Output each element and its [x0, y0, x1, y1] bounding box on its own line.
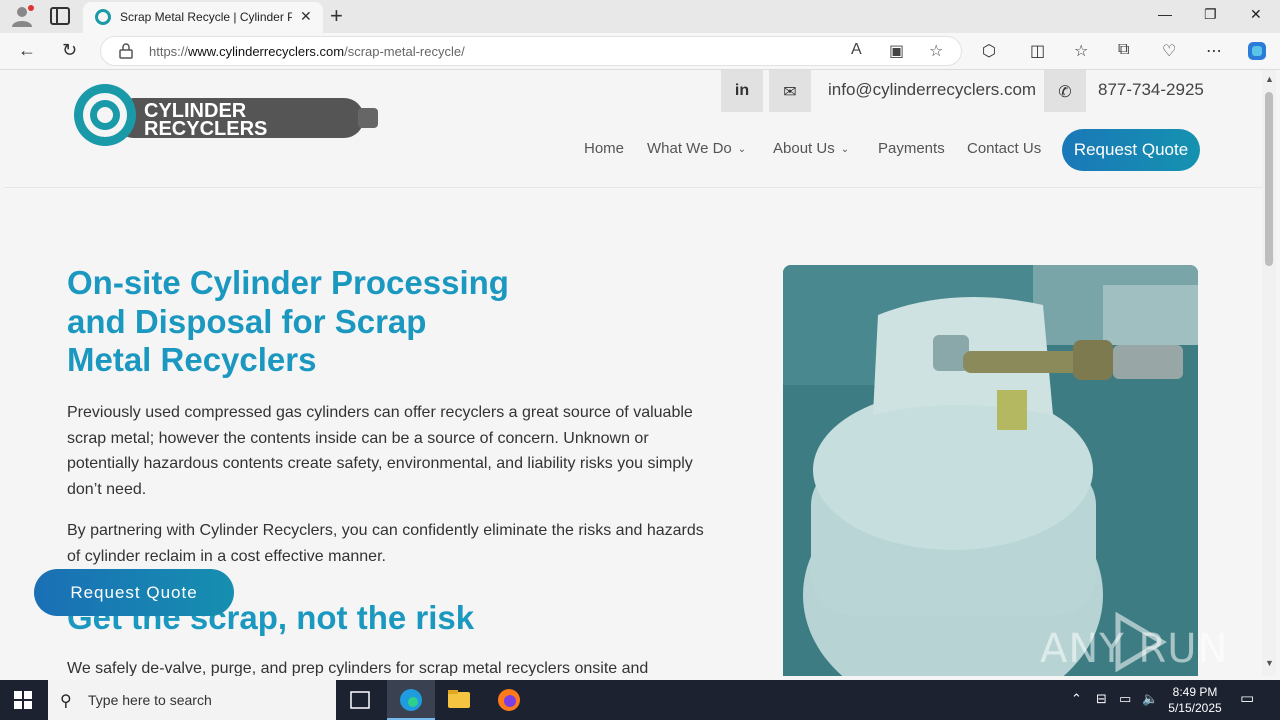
- url-text[interactable]: https://www.cylinderrecyclers.com/scrap-…: [149, 44, 465, 59]
- tab-title: Scrap Metal Recycle | Cylinder Pr: [120, 10, 292, 24]
- scroll-down-icon[interactable]: ▼: [1265, 658, 1274, 668]
- more-menu-icon[interactable]: ⋯: [1206, 41, 1222, 61]
- browser-toolbar: ← ↻ https://www.cylinderrecyclers.com/sc…: [0, 33, 1280, 70]
- request-quote-button[interactable]: Request Quote: [1062, 129, 1200, 171]
- partner-paragraph: By partnering with Cylinder Recyclers, y…: [67, 522, 704, 565]
- restore-icon[interactable]: ❐: [1204, 6, 1217, 23]
- copilot-icon[interactable]: [1246, 40, 1268, 62]
- browser-tab-bar: Scrap Metal Recycle | Cylinder Pr ✕ + — …: [0, 0, 1280, 33]
- play-logo-icon: [1115, 612, 1167, 672]
- chevron-down-icon: ⌄: [840, 144, 850, 155]
- volume-icon[interactable]: 🔈: [1142, 691, 1158, 707]
- scroll-up-icon[interactable]: ▲: [1265, 74, 1274, 84]
- phone-icon: ✆: [1058, 84, 1072, 101]
- display-icon[interactable]: ▭: [1119, 691, 1131, 707]
- tab-actions-icon[interactable]: [48, 6, 72, 26]
- split-screen-icon[interactable]: ◫: [1030, 41, 1045, 61]
- floating-request-quote-button[interactable]: Request Quote: [34, 569, 234, 616]
- extensions-icon[interactable]: ⬡: [982, 41, 996, 61]
- phone-link[interactable]: 877-734-2925: [1098, 80, 1204, 100]
- nav-about-us[interactable]: About Us ⌄: [773, 140, 849, 157]
- linkedin-icon: in: [734, 82, 750, 99]
- windows-taskbar: ⚲ Type here to search ⌃ ⊟ ▭ 🔈 8:49 PM 5/…: [0, 680, 1280, 720]
- nav-home[interactable]: Home: [584, 140, 624, 157]
- nav-payments[interactable]: Payments: [878, 140, 945, 157]
- browser-tab-active[interactable]: Scrap Metal Recycle | Cylinder Pr ✕: [83, 2, 323, 33]
- task-view-icon[interactable]: [336, 680, 384, 720]
- nav-contact-us[interactable]: Contact Us: [967, 140, 1041, 157]
- email-button[interactable]: ✉: [769, 70, 811, 112]
- refresh-icon[interactable]: ↻: [62, 40, 77, 61]
- email-link[interactable]: info@cylinderrecyclers.com: [828, 80, 1036, 100]
- tray-chevron-icon[interactable]: ⌃: [1071, 691, 1082, 707]
- page-scrollbar[interactable]: ▲ ▼: [1262, 70, 1276, 676]
- windows-start-icon[interactable]: [14, 691, 32, 709]
- address-bar[interactable]: https://www.cylinderrecyclers.com/scrap-…: [100, 36, 962, 66]
- minimize-icon[interactable]: —: [1158, 6, 1172, 22]
- site-favicon-icon: [95, 9, 111, 25]
- browser-essentials-icon[interactable]: ♡: [1162, 41, 1176, 61]
- edge-taskbar-icon[interactable]: [387, 680, 435, 720]
- linkedin-button[interactable]: in: [721, 70, 763, 112]
- logo-line2: RECYCLERS: [144, 118, 267, 140]
- firefox-icon[interactable]: [485, 680, 533, 720]
- devalve-paragraph: We safely de-valve, purge, and prep cyli…: [67, 660, 649, 676]
- immersive-reader-icon[interactable]: ▣: [889, 41, 904, 61]
- read-aloud-icon[interactable]: A: [851, 41, 862, 59]
- collections-icon[interactable]: ⧉: [1118, 41, 1129, 59]
- taskbar-clock[interactable]: 8:49 PM 5/15/2025: [1160, 684, 1230, 716]
- new-tab-icon[interactable]: +: [330, 3, 343, 29]
- favorites-icon[interactable]: ☆: [1074, 41, 1088, 61]
- search-icon: ⚲: [60, 693, 72, 710]
- chevron-down-icon: ⌄: [737, 144, 747, 155]
- cylinder-recyclers-logo[interactable]: CYLINDER RECYCLERS: [74, 83, 380, 147]
- window-close-icon[interactable]: ✕: [1250, 6, 1262, 23]
- nav-what-we-do[interactable]: What We Do ⌄: [647, 140, 746, 157]
- phone-button[interactable]: ✆: [1044, 70, 1086, 112]
- tab-close-icon[interactable]: ✕: [300, 8, 312, 25]
- file-explorer-icon[interactable]: [435, 680, 483, 720]
- notifications-icon[interactable]: ▭: [1240, 689, 1254, 707]
- intro-paragraph: Previously used compressed gas cylinders…: [67, 404, 693, 498]
- favorite-star-icon[interactable]: ☆: [929, 41, 943, 61]
- taskbar-search[interactable]: ⚲ Type here to search: [48, 680, 336, 720]
- lock-icon[interactable]: [119, 43, 133, 59]
- envelope-icon: ✉: [783, 84, 797, 101]
- page-viewport: CYLINDER RECYCLERS in ✉ info@cylinderrec…: [4, 70, 1262, 676]
- search-placeholder: Type here to search: [88, 692, 212, 708]
- anyrun-watermark: ANY RUN: [1040, 610, 1236, 672]
- network-icon[interactable]: ⊟: [1096, 691, 1107, 707]
- profile-icon[interactable]: [10, 5, 34, 27]
- back-icon[interactable]: ←: [18, 40, 36, 61]
- scrollbar-thumb[interactable]: [1265, 92, 1273, 266]
- hero-title: On-site Cylinder Processing and Disposal…: [67, 264, 509, 378]
